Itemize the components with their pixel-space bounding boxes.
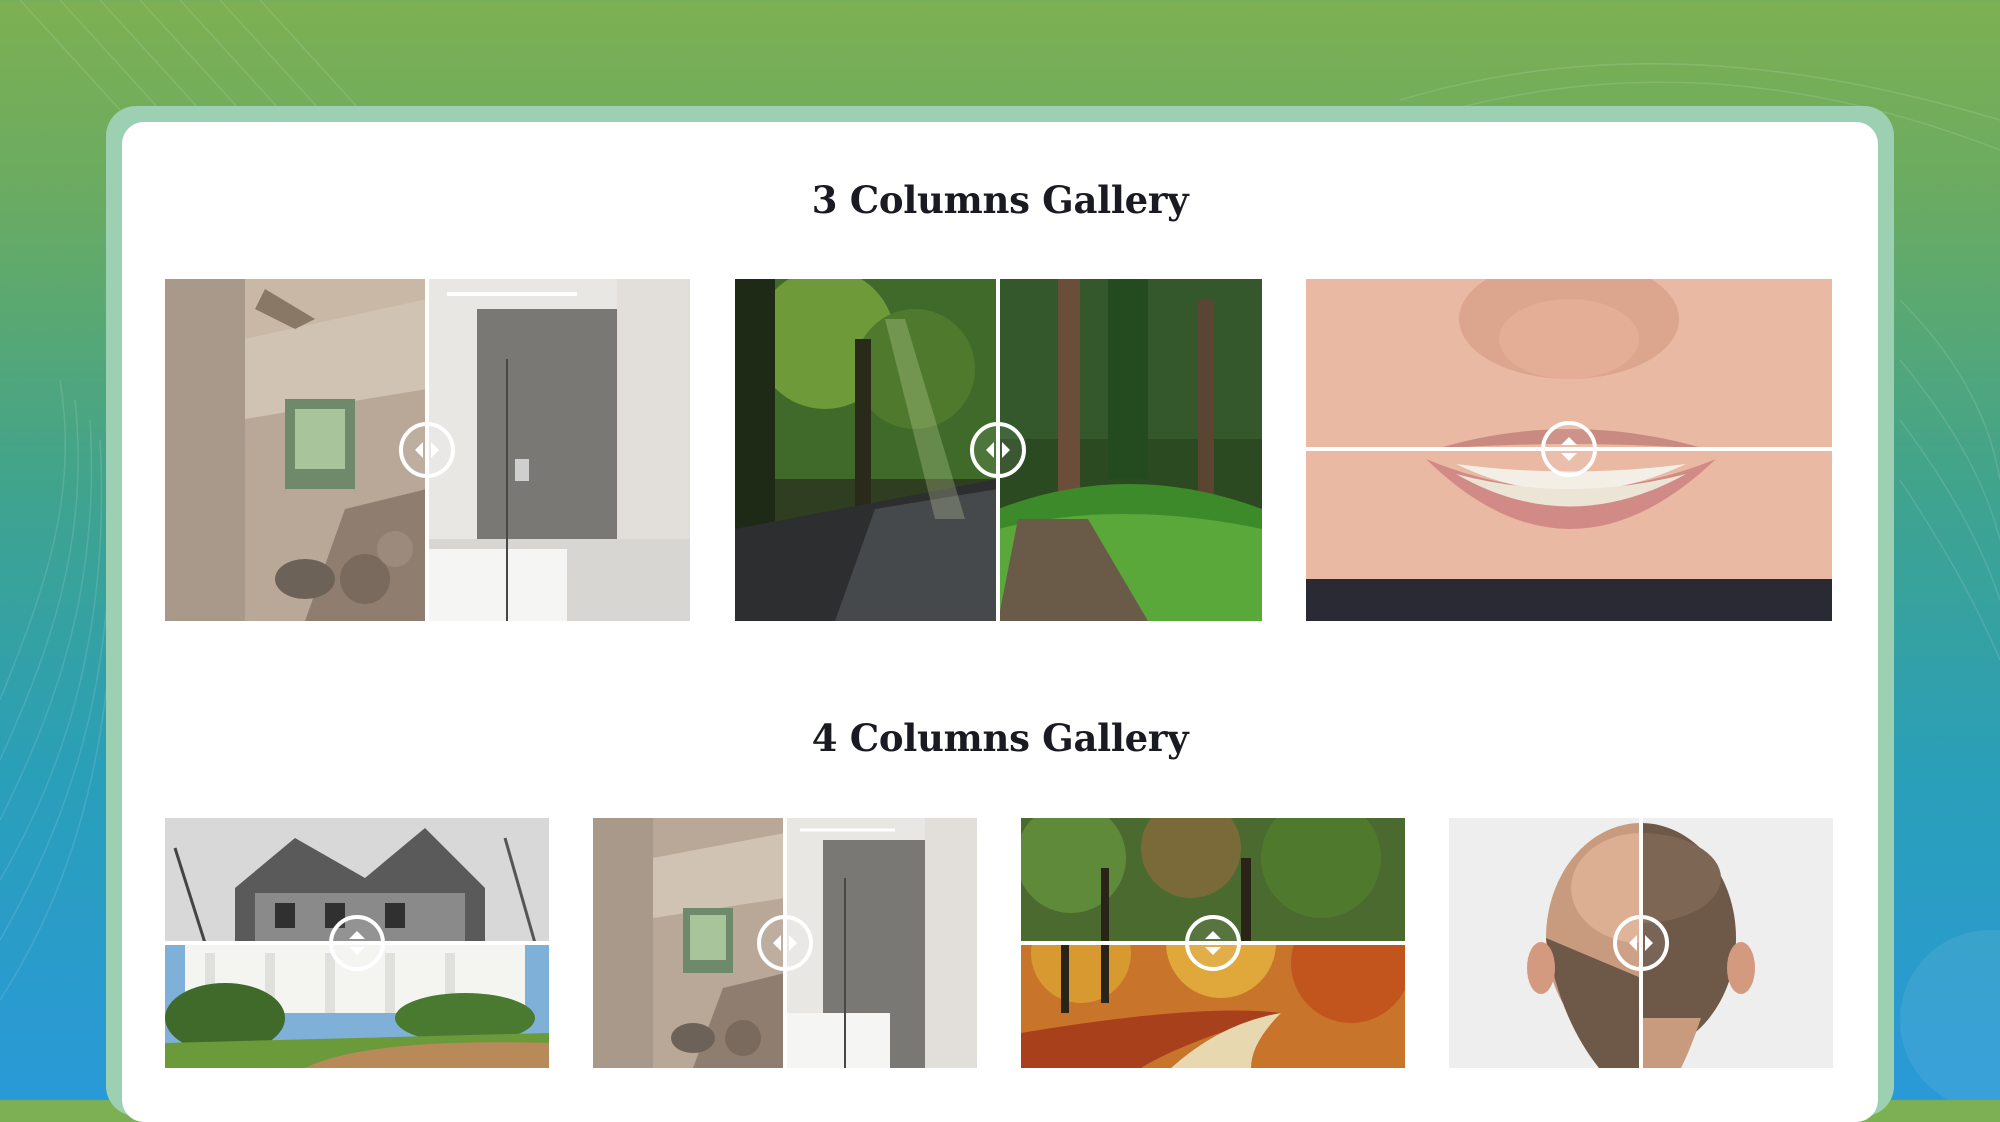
up-down-arrows-icon — [349, 931, 365, 955]
comparison-slider-autumn-forest[interactable] — [1021, 818, 1405, 1068]
comparison-slider-house[interactable] — [165, 818, 549, 1068]
slider-handle[interactable] — [1613, 915, 1669, 971]
up-down-arrows-icon — [1205, 931, 1221, 955]
up-down-arrows-icon — [1561, 437, 1577, 461]
left-right-arrows-icon — [1629, 935, 1653, 951]
slider-handle[interactable] — [329, 915, 385, 971]
comparison-slider-hair[interactable] — [1449, 818, 1833, 1068]
after-image — [427, 279, 690, 621]
section-title-3-columns: 3 Columns Gallery — [811, 178, 1189, 222]
left-right-arrows-icon — [415, 442, 439, 458]
slider-handle[interactable] — [399, 422, 455, 478]
comparison-slider-teeth[interactable] — [1306, 279, 1832, 621]
before-image — [165, 279, 427, 621]
left-right-arrows-icon — [773, 935, 797, 951]
after-image — [998, 279, 1262, 621]
slider-handle[interactable] — [1541, 421, 1597, 477]
left-right-arrows-icon — [986, 442, 1010, 458]
comparison-slider-bathroom[interactable] — [165, 279, 690, 621]
slider-handle[interactable] — [1185, 915, 1241, 971]
gallery-card: 3 Columns Gallery 4 Columns Gallery — [122, 122, 1878, 1122]
section-title-4-columns: 4 Columns Gallery — [811, 716, 1189, 760]
after-image — [1641, 818, 1833, 1068]
before-image — [735, 279, 998, 621]
comparison-slider-bathroom[interactable] — [593, 818, 977, 1068]
slider-handle[interactable] — [970, 422, 1026, 478]
comparison-slider-forest-path[interactable] — [735, 279, 1262, 621]
after-image — [785, 818, 977, 1068]
slider-handle[interactable] — [757, 915, 813, 971]
